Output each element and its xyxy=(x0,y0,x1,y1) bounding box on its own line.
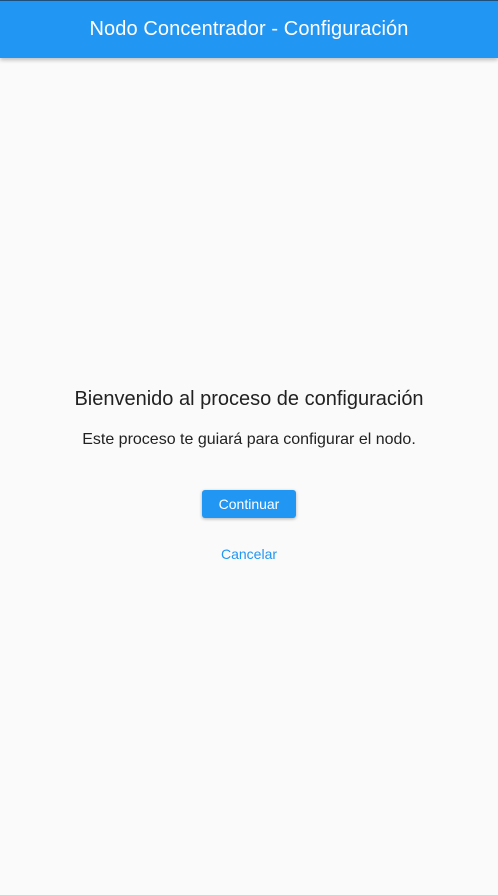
welcome-description: Este proceso te guiará para configurar e… xyxy=(82,431,416,448)
main-content: Bienvenido al proceso de configuración E… xyxy=(0,58,498,895)
cancel-button[interactable]: Cancelar xyxy=(202,540,296,568)
welcome-heading: Bienvenido al proceso de configuración xyxy=(74,388,424,410)
app-screen: Nodo Concentrador - Configuración Bienve… xyxy=(0,0,498,895)
app-bar-title: Nodo Concentrador - Configuración xyxy=(89,17,409,40)
continue-button[interactable]: Continuar xyxy=(202,490,296,518)
app-bar: Nodo Concentrador - Configuración xyxy=(0,0,498,58)
